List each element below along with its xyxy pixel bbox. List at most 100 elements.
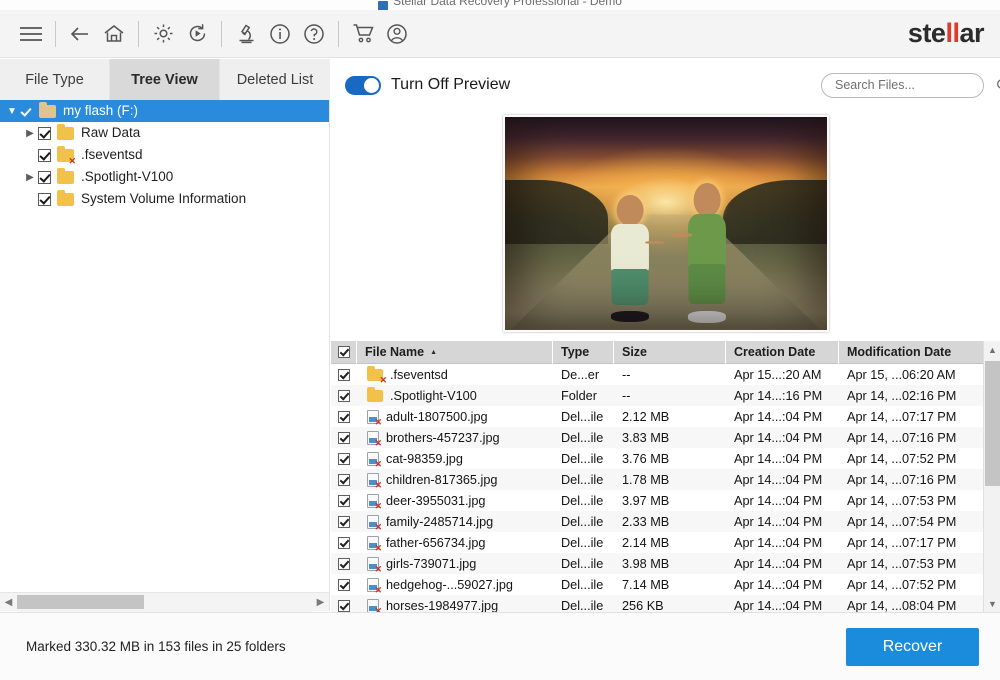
row-checkbox[interactable] [338,410,350,423]
row-checkbox[interactable] [338,473,350,486]
tree-node-raw-data[interactable]: ▶ Raw Data [0,122,329,144]
marked-summary-text: Marked 330.32 MB in 153 files in 25 fold… [26,639,286,654]
row-checkbox[interactable] [338,494,350,507]
row-checkbox[interactable] [338,557,350,570]
cell-size: 2.14 MB [622,535,670,550]
image-file-icon: ✕ [367,409,382,426]
cell-size: 1.78 MB [622,472,670,487]
row-checkbox-cell[interactable] [331,406,357,427]
folder-icon [367,386,383,402]
row-checkbox[interactable] [338,599,350,612]
column-header-creation-date[interactable]: Creation Date [726,341,839,364]
column-header-modification-date[interactable]: Modification Date [839,341,981,364]
row-checkbox-cell[interactable] [331,532,357,553]
logo-accent: ll [945,18,960,48]
table-row[interactable]: ✕ .fseventsd De...er -- Apr 15...:20 AM Apr 1… [331,364,1000,385]
view-tabs: File Type Tree View Deleted List [0,59,330,100]
tab-file-type[interactable]: File Type [0,59,110,100]
recover-button[interactable]: Recover [846,627,979,666]
tree-checkbox[interactable] [38,126,51,140]
table-row[interactable]: ✕ family-2485714.jpg Del...ile 2.33 MB Apr 1… [331,511,1000,532]
row-checkbox[interactable] [338,536,350,549]
gear-icon[interactable] [146,17,180,51]
window-title: Stellar Data Recovery Professional - Dem… [393,0,622,8]
cell-type: Del...ile [561,598,604,613]
tree-horizontal-scrollbar[interactable]: ◀ ▶ [0,592,330,612]
row-checkbox[interactable] [338,452,350,465]
row-checkbox-cell[interactable] [331,553,357,574]
tree-checkbox[interactable] [20,105,33,118]
tree-checkbox[interactable] [38,148,51,162]
scrollbar-thumb[interactable] [985,361,1000,486]
row-checkbox-cell[interactable] [331,385,357,406]
help-icon[interactable] [297,17,331,51]
table-row[interactable]: ✕ adult-1807500.jpg Del...ile 2.12 MB Apr 14… [331,406,1000,427]
file-name-label: hedgehog-...59027.jpg [386,577,513,592]
table-row[interactable]: ✕ deer-3955031.jpg Del...ile 3.97 MB Apr 14.… [331,490,1000,511]
row-checkbox-cell[interactable] [331,490,357,511]
select-all-checkbox[interactable] [337,346,350,358]
info-icon[interactable] [263,17,297,51]
tree-checkbox[interactable] [38,192,51,206]
chevron-down-icon[interactable]: ▼ [4,103,20,119]
row-checkbox[interactable] [338,578,350,591]
scrollbar-track[interactable] [17,592,312,612]
user-icon[interactable] [380,17,414,51]
tab-tree-view[interactable]: Tree View [110,59,220,100]
row-checkbox-cell[interactable] [331,448,357,469]
row-checkbox-cell[interactable] [331,427,357,448]
table-row[interactable]: ✕ hedgehog-...59027.jpg Del...ile 7.14 MB Ap… [331,574,1000,595]
back-arrow-icon[interactable] [63,17,97,51]
row-checkbox-cell[interactable] [331,574,357,595]
preview-vignette [505,117,827,330]
table-row[interactable]: ✕ father-656734.jpg Del...ile 2.14 MB Apr 14… [331,532,1000,553]
column-header-file-name[interactable]: File Name ▲ [357,341,553,364]
row-checkbox-cell[interactable] [331,469,357,490]
scroll-down-icon[interactable]: ▼ [984,595,1000,612]
toggle-switch[interactable] [345,75,381,95]
chevron-right-icon[interactable]: ▶ [22,169,38,185]
column-header-type[interactable]: Type [553,341,614,364]
row-checkbox[interactable] [338,389,350,402]
tree-checkbox[interactable] [38,170,51,184]
column-header-size[interactable]: Size [614,341,726,364]
select-all-header[interactable] [331,341,357,364]
table-row[interactable]: ✕ horses-1984977.jpg Del...ile 256 KB Apr 14… [331,595,1000,612]
table-row[interactable]: ✕ children-817365.jpg Del...ile 1.78 MB Apr … [331,469,1000,490]
tree-node-fseventsd[interactable]: .fseventsd [0,144,329,166]
scroll-right-icon[interactable]: ▶ [312,593,329,612]
preview-toggle[interactable]: Turn Off Preview [345,75,511,95]
table-row[interactable]: .Spotlight-V100 Folder -- Apr 14...:16 PM Ap… [331,385,1000,406]
scrollbar-thumb[interactable] [17,594,144,609]
microscope-icon[interactable] [229,17,263,51]
search-box[interactable] [821,72,1000,98]
table-row[interactable]: ✕ brothers-457237.jpg Del...ile 3.83 MB Apr … [331,427,1000,448]
file-name-label: children-817365.jpg [386,472,498,487]
row-checkbox[interactable] [338,431,350,444]
history-icon[interactable] [180,17,214,51]
table-row[interactable]: ✕ cat-98359.jpg Del...ile 3.76 MB Apr 14...:… [331,448,1000,469]
tree-node-spotlight[interactable]: ▶ .Spotlight-V100 [0,166,329,188]
home-icon[interactable] [97,17,131,51]
row-checkbox-cell[interactable] [331,364,357,385]
scroll-up-icon[interactable]: ▲ [984,341,1000,358]
search-input[interactable] [822,78,996,92]
tree-node-my-flash[interactable]: ▼ my flash (F:) [0,100,329,122]
hamburger-menu-icon[interactable] [14,17,48,51]
row-checkbox[interactable] [338,368,350,381]
cell-creation-date: Apr 14...:04 PM [734,472,823,487]
tab-deleted-list[interactable]: Deleted List [220,59,330,100]
search-icon[interactable] [996,78,1000,92]
row-checkbox-cell[interactable] [331,595,357,612]
tree-node-system-volume-information[interactable]: System Volume Information [0,188,329,210]
row-checkbox-cell[interactable] [331,511,357,532]
table-row[interactable]: ✕ girls-739071.jpg Del...ile 3.98 MB Apr 14.… [331,553,1000,574]
row-checkbox[interactable] [338,515,350,528]
chevron-right-icon[interactable]: ▶ [22,125,38,141]
cart-icon[interactable] [346,17,380,51]
cell-file-name: .Spotlight-V100 [357,385,553,406]
file-list-vertical-scrollbar[interactable]: ▲ ▼ [983,341,1000,612]
preview-toggle-label: Turn Off Preview [391,76,511,93]
cell-creation-date: Apr 14...:04 PM [734,514,823,529]
scroll-left-icon[interactable]: ◀ [0,593,17,612]
